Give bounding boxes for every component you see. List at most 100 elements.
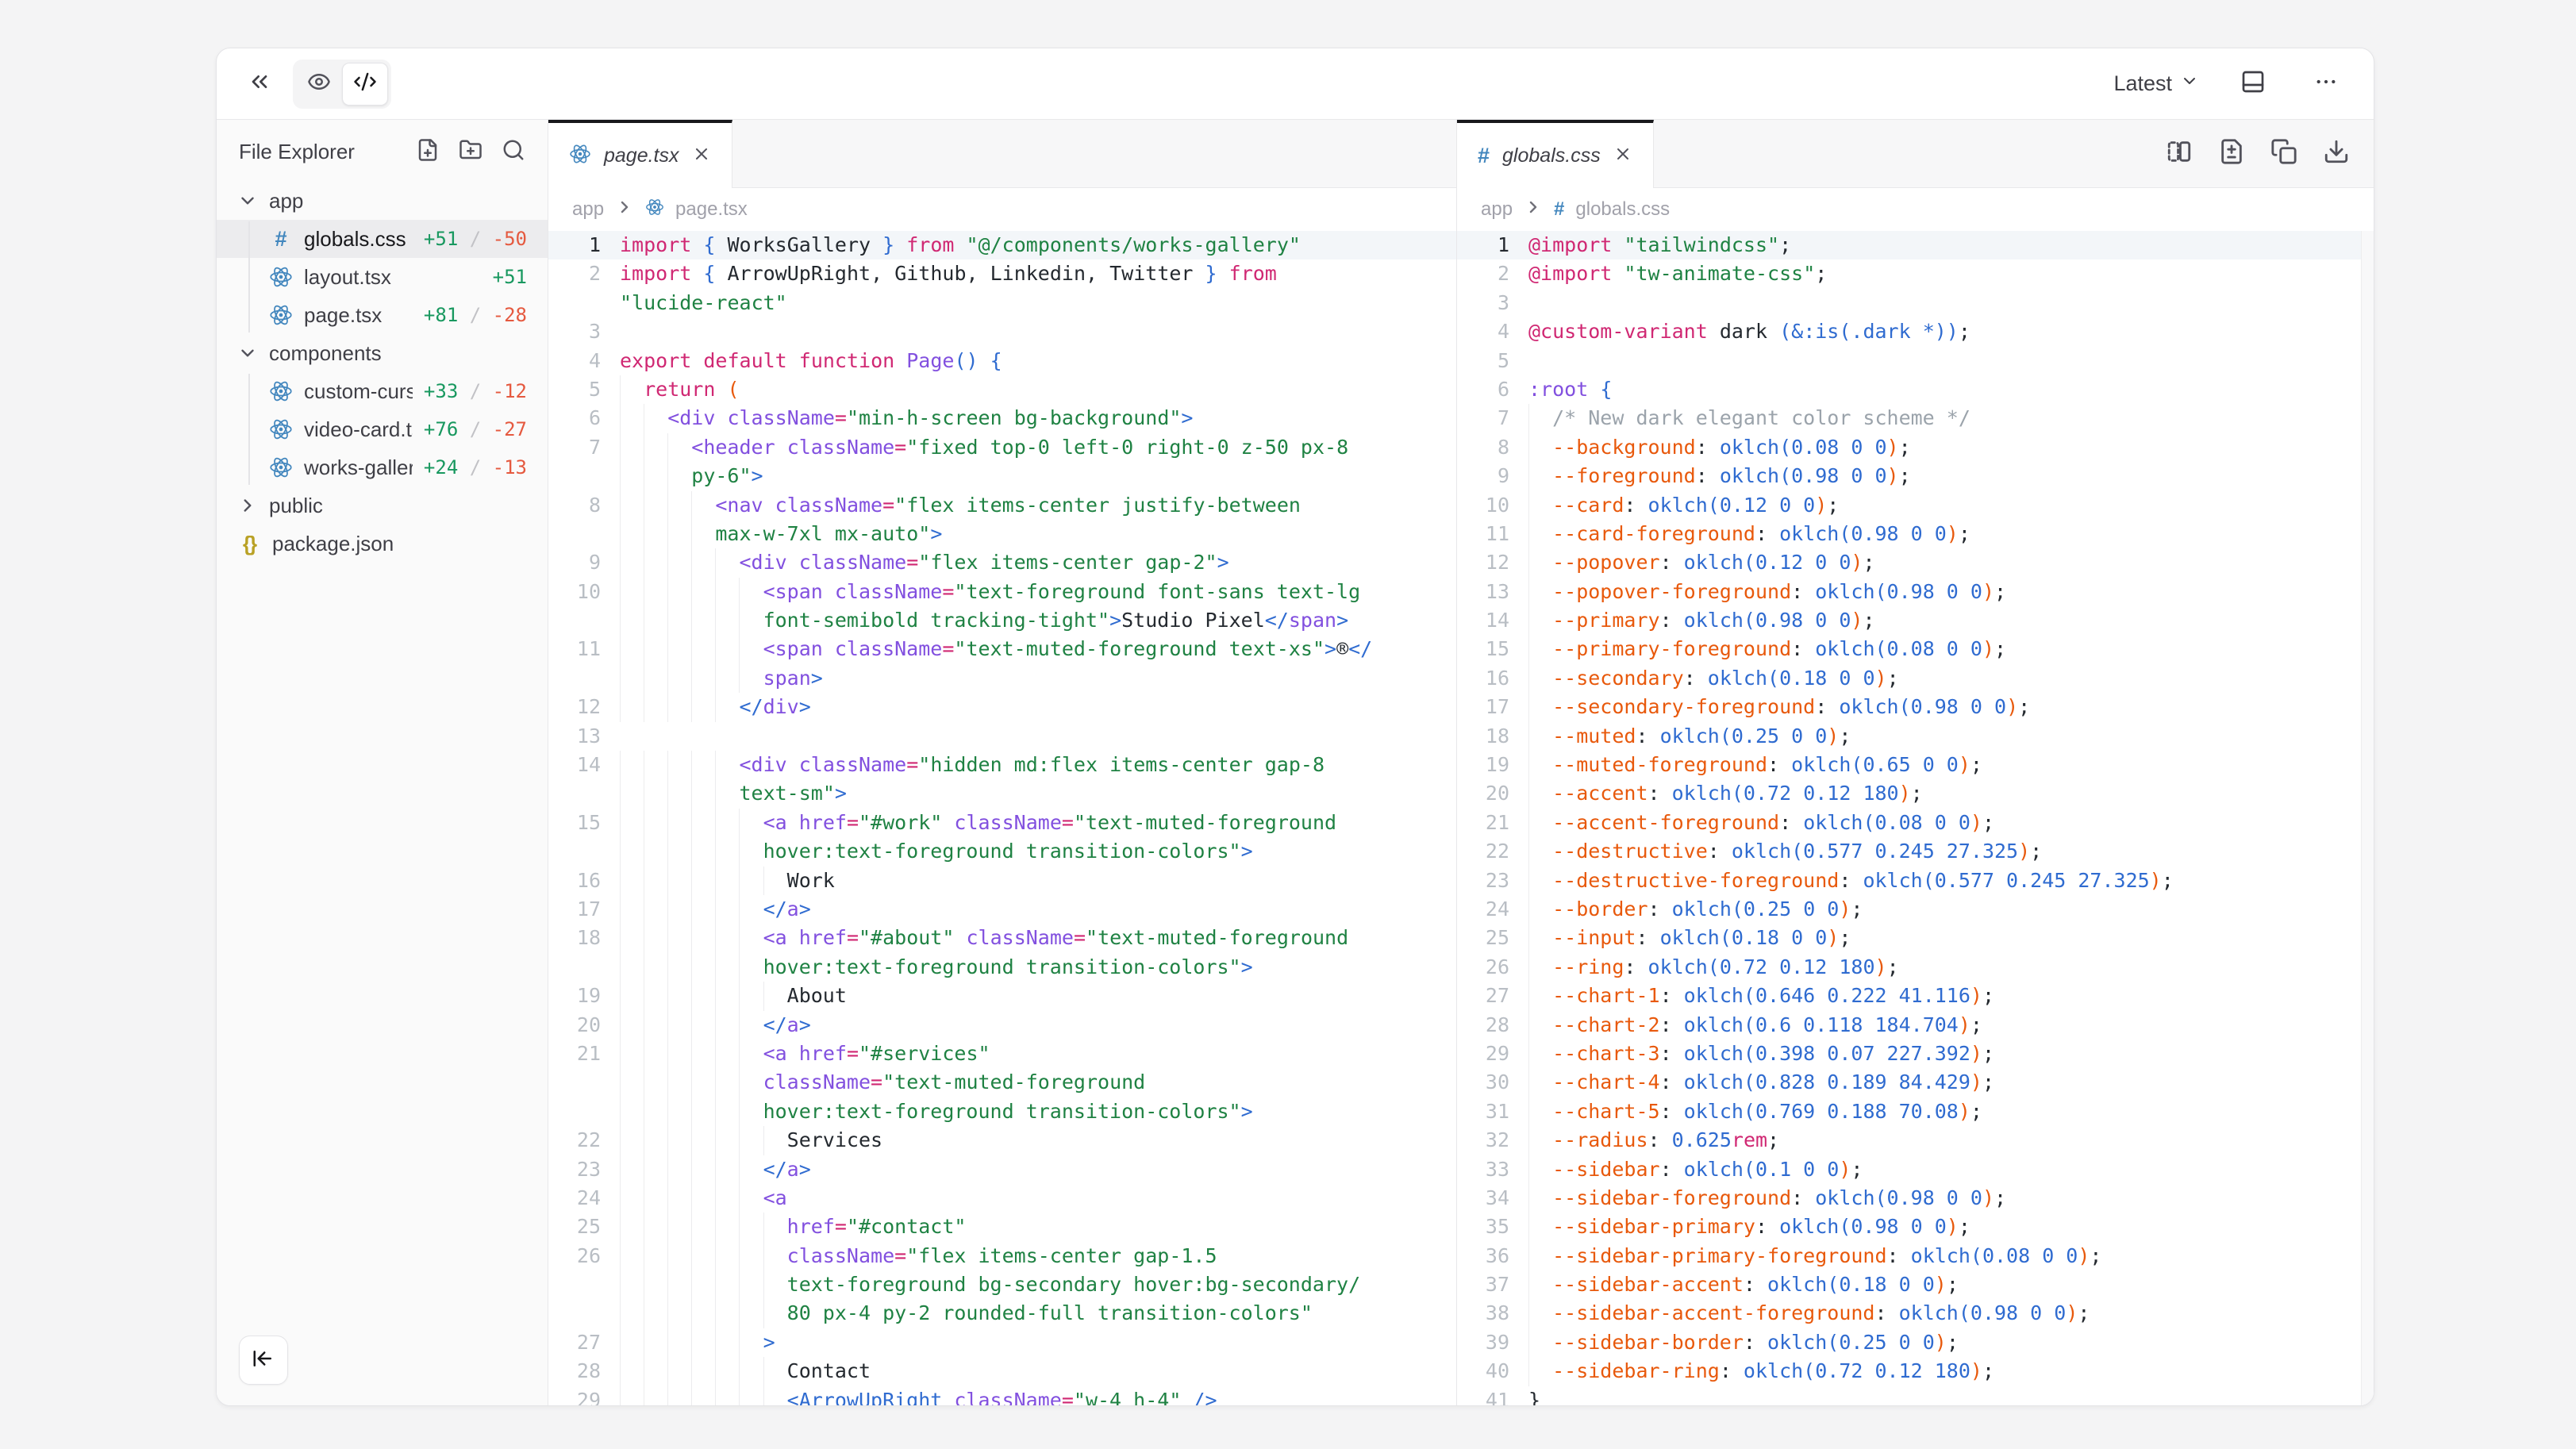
code-line[interactable]: 3 — [548, 317, 1456, 346]
breadcrumb-file[interactable]: globals.css — [1575, 198, 1670, 221]
code-line[interactable]: 15<a href="#work" className="text-muted-… — [548, 809, 1456, 837]
code-line[interactable]: 7<header className="fixed top-0 left-0 r… — [548, 433, 1456, 462]
code-line[interactable]: 22Services — [548, 1126, 1456, 1155]
code-line[interactable]: 23</a> — [548, 1155, 1456, 1184]
code-line[interactable]: 41} — [1457, 1386, 2374, 1405]
code-line[interactable]: 19--muted-foreground: oklch(0.65 0 0); — [1457, 751, 2374, 779]
code-line[interactable]: 28Contact — [548, 1357, 1456, 1386]
code-line[interactable]: 35--sidebar-primary: oklch(0.98 0 0); — [1457, 1213, 2374, 1241]
code-line[interactable]: "lucide-react" — [548, 289, 1456, 317]
code-line[interactable]: 18<a href="#about" className="text-muted… — [548, 924, 1456, 952]
code-line[interactable]: hover:text-foreground transition-colors"… — [548, 837, 1456, 866]
collapse-panel-button[interactable] — [240, 65, 279, 103]
code-line[interactable]: 11--card-foreground: oklch(0.98 0 0); — [1457, 520, 2374, 548]
code-toggle-button[interactable] — [342, 63, 388, 106]
tree-item-globals.css[interactable]: #globals.css+51 / -50 — [217, 220, 548, 258]
code-line[interactable]: 10<span className="text-foreground font-… — [548, 578, 1456, 606]
code-line[interactable]: 36--sidebar-primary-foreground: oklch(0.… — [1457, 1242, 2374, 1270]
code-line[interactable]: 24--border: oklch(0.25 0 0); — [1457, 895, 2374, 924]
code-line[interactable]: 16--secondary: oklch(0.18 0 0); — [1457, 664, 2374, 693]
code-line[interactable]: 1import { WorksGallery } from "@/compone… — [548, 231, 1456, 259]
code-line[interactable]: 27> — [548, 1328, 1456, 1357]
tree-folder-components[interactable]: components — [217, 334, 548, 372]
code-line[interactable]: 21<a href="#services" — [548, 1040, 1456, 1068]
code-line[interactable]: 16Work — [548, 867, 1456, 895]
collapse-sidebar-button[interactable] — [239, 1336, 288, 1385]
code-line[interactable]: 9<div className="flex items-center gap-2… — [548, 548, 1456, 577]
code-line[interactable]: 27--chart-1: oklch(0.646 0.222 41.116); — [1457, 982, 2374, 1010]
code-line[interactable]: max-w-7xl mx-auto"> — [548, 520, 1456, 548]
code-line[interactable]: 8--background: oklch(0.08 0 0); — [1457, 433, 2374, 462]
code-line[interactable]: 34--sidebar-foreground: oklch(0.98 0 0); — [1457, 1184, 2374, 1213]
tree-item-package.json[interactable]: {}package.json — [217, 525, 548, 563]
code-line[interactable]: 9--foreground: oklch(0.98 0 0); — [1457, 462, 2374, 490]
breadcrumb-folder[interactable]: app — [1481, 198, 1513, 221]
code-line[interactable]: 4export default function Page() { — [548, 347, 1456, 375]
code-line[interactable]: 12--popover: oklch(0.12 0 0); — [1457, 548, 2374, 577]
split-panel-icon[interactable] — [2166, 138, 2193, 169]
tree-folder-app[interactable]: app — [217, 182, 548, 220]
code-line[interactable]: 6<div className="min-h-screen bg-backgro… — [548, 404, 1456, 432]
code-line[interactable]: 5return ( — [548, 375, 1456, 404]
tab-page-tsx[interactable]: page.tsx — [548, 120, 732, 188]
code-line[interactable]: 26--ring: oklch(0.72 0.12 180); — [1457, 953, 2374, 982]
code-line[interactable]: 24<a — [548, 1184, 1456, 1213]
code-line[interactable]: 3 — [1457, 289, 2374, 317]
code-line[interactable]: hover:text-foreground transition-colors"… — [548, 1097, 1456, 1126]
close-tab-icon[interactable] — [692, 144, 711, 167]
code-line[interactable]: 22--destructive: oklch(0.577 0.245 27.32… — [1457, 837, 2374, 866]
code-line[interactable]: 12</div> — [548, 693, 1456, 721]
download-icon[interactable] — [2323, 138, 2350, 169]
code-line[interactable]: 29--chart-3: oklch(0.398 0.07 227.392); — [1457, 1040, 2374, 1068]
new-folder-icon[interactable] — [459, 138, 483, 166]
code-editor-globals-css[interactable]: 1@import "tailwindcss";2@import "tw-anim… — [1457, 231, 2374, 1405]
code-line[interactable]: 2@import "tw-animate-css"; — [1457, 259, 2374, 288]
code-line[interactable]: 26className="flex items-center gap-1.5 — [548, 1242, 1456, 1270]
code-line[interactable]: text-sm"> — [548, 779, 1456, 808]
new-file-icon[interactable] — [416, 138, 440, 166]
code-line[interactable]: 37--sidebar-accent: oklch(0.18 0 0); — [1457, 1270, 2374, 1299]
code-line[interactable]: 40--sidebar-ring: oklch(0.72 0.12 180); — [1457, 1357, 2374, 1386]
code-line[interactable]: 25href="#contact" — [548, 1213, 1456, 1241]
code-line[interactable]: 13--popover-foreground: oklch(0.98 0 0); — [1457, 578, 2374, 606]
code-line[interactable]: 25--input: oklch(0.18 0 0); — [1457, 924, 2374, 952]
code-line[interactable]: 28--chart-2: oklch(0.6 0.118 184.704); — [1457, 1011, 2374, 1040]
preview-toggle-button[interactable] — [296, 63, 342, 106]
tree-item-video-card.tsx[interactable]: video-card.tsx+76 / -27 — [217, 410, 548, 448]
code-line[interactable]: 7/* New dark elegant color scheme */ — [1457, 404, 2374, 432]
code-line[interactable]: 13 — [548, 722, 1456, 751]
code-line[interactable]: 33--sidebar: oklch(0.1 0 0); — [1457, 1155, 2374, 1184]
code-line[interactable]: 30--chart-4: oklch(0.828 0.189 84.429); — [1457, 1068, 2374, 1097]
code-line[interactable]: 31--chart-5: oklch(0.769 0.188 70.08); — [1457, 1097, 2374, 1126]
tree-item-page.tsx[interactable]: page.tsx+81 / -28 — [217, 296, 548, 334]
code-line[interactable]: 19About — [548, 982, 1456, 1010]
breadcrumb-file[interactable]: page.tsx — [675, 198, 748, 221]
code-line[interactable]: 10--card: oklch(0.12 0 0); — [1457, 491, 2374, 520]
code-line[interactable]: 6:root { — [1457, 375, 2374, 404]
code-line[interactable]: 80 px-4 py-2 rounded-full transition-col… — [548, 1299, 1456, 1328]
code-line[interactable]: 17</a> — [548, 895, 1456, 924]
tree-folder-public[interactable]: public — [217, 486, 548, 525]
code-line[interactable]: 4@custom-variant dark (&:is(.dark *)); — [1457, 317, 2374, 346]
code-line[interactable]: 38--sidebar-accent-foreground: oklch(0.9… — [1457, 1299, 2374, 1328]
code-line[interactable]: 29<ArrowUpRight className="w-4 h-4" /> — [548, 1386, 1456, 1405]
code-line[interactable]: 20</a> — [548, 1011, 1456, 1040]
code-line[interactable]: span> — [548, 664, 1456, 693]
copy-icon[interactable] — [2270, 138, 2297, 169]
code-line[interactable]: hover:text-foreground transition-colors"… — [548, 953, 1456, 982]
code-line[interactable]: 17--secondary-foreground: oklch(0.98 0 0… — [1457, 693, 2374, 721]
code-line[interactable]: 21--accent-foreground: oklch(0.08 0 0); — [1457, 809, 2374, 837]
close-tab-icon[interactable] — [1613, 144, 1632, 167]
code-line[interactable]: 1@import "tailwindcss"; — [1457, 231, 2374, 259]
file-diff-icon[interactable] — [2218, 138, 2245, 169]
more-options-button[interactable] — [2307, 65, 2345, 103]
tab-globals-css[interactable]: # globals.css — [1457, 120, 1654, 188]
tree-item-layout.tsx[interactable]: layout.tsx+51 — [217, 258, 548, 296]
code-line[interactable]: font-semibold tracking-tight">Studio Pix… — [548, 606, 1456, 635]
code-line[interactable]: 18--muted: oklch(0.25 0 0); — [1457, 722, 2374, 751]
code-line[interactable]: py-6"> — [548, 462, 1456, 490]
tree-item-custom-curs-[interactable]: custom-curs…+33 / -12 — [217, 372, 548, 410]
version-dropdown[interactable]: Latest — [2113, 71, 2199, 96]
tree-item-works-galler-[interactable]: works-galler…+24 / -13 — [217, 448, 548, 486]
code-line[interactable]: 15--primary-foreground: oklch(0.08 0 0); — [1457, 635, 2374, 663]
